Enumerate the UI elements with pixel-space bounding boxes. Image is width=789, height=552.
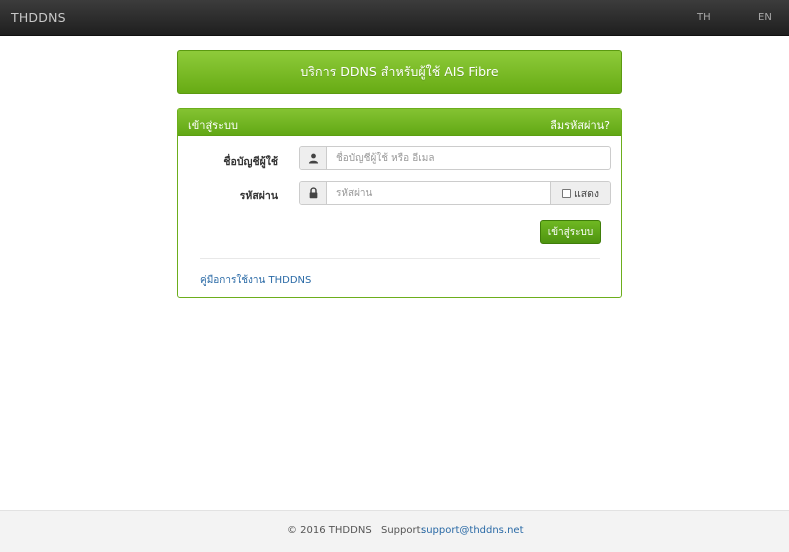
language-en-link[interactable]: EN [758,12,772,23]
show-password-toggle[interactable]: แสดง [550,182,610,204]
copyright-text: © 2016 THDDNS [287,525,372,536]
lock-icon [300,182,327,204]
forgot-password-link[interactable]: ลืมรหัสผ่าน? [550,116,610,134]
user-icon [300,147,327,169]
top-navbar: THDDNS TH EN [0,0,789,36]
show-password-label: แสดง [573,187,600,200]
username-label: ชื่อบัญชีผู้ใช้ [223,156,278,168]
password-label: รหัสผ่าน [239,190,278,202]
login-panel: เข้าสู่ระบบ ลืมรหัสผ่าน? ชื่อบัญชีผู้ใช้… [177,108,622,298]
username-input[interactable] [327,147,610,169]
service-banner: บริการ DDNS สำหรับผู้ใช้ AIS Fibre [177,50,622,94]
language-th-link[interactable]: TH [697,12,711,23]
panel-title: เข้าสู่ระบบ [188,119,238,132]
password-input[interactable] [327,182,550,204]
support-email-link[interactable]: support@thddns.net [421,525,524,536]
brand-link[interactable]: THDDNS [11,10,66,25]
username-input-group [299,146,611,170]
panel-divider [200,258,600,259]
support-label: Support: [381,525,424,536]
show-password-checkbox[interactable] [561,188,571,198]
user-manual-link[interactable]: คู่มือการใช้งาน THDDNS [200,273,311,288]
panel-heading: เข้าสู่ระบบ ลืมรหัสผ่าน? [178,109,621,136]
page-footer: © 2016 THDDNS Support: support@thddns.ne… [0,510,789,552]
banner-text: บริการ DDNS สำหรับผู้ใช้ AIS Fibre [300,64,499,79]
login-button[interactable]: เข้าสู่ระบบ [540,220,601,244]
password-input-group: แสดง [299,181,611,205]
